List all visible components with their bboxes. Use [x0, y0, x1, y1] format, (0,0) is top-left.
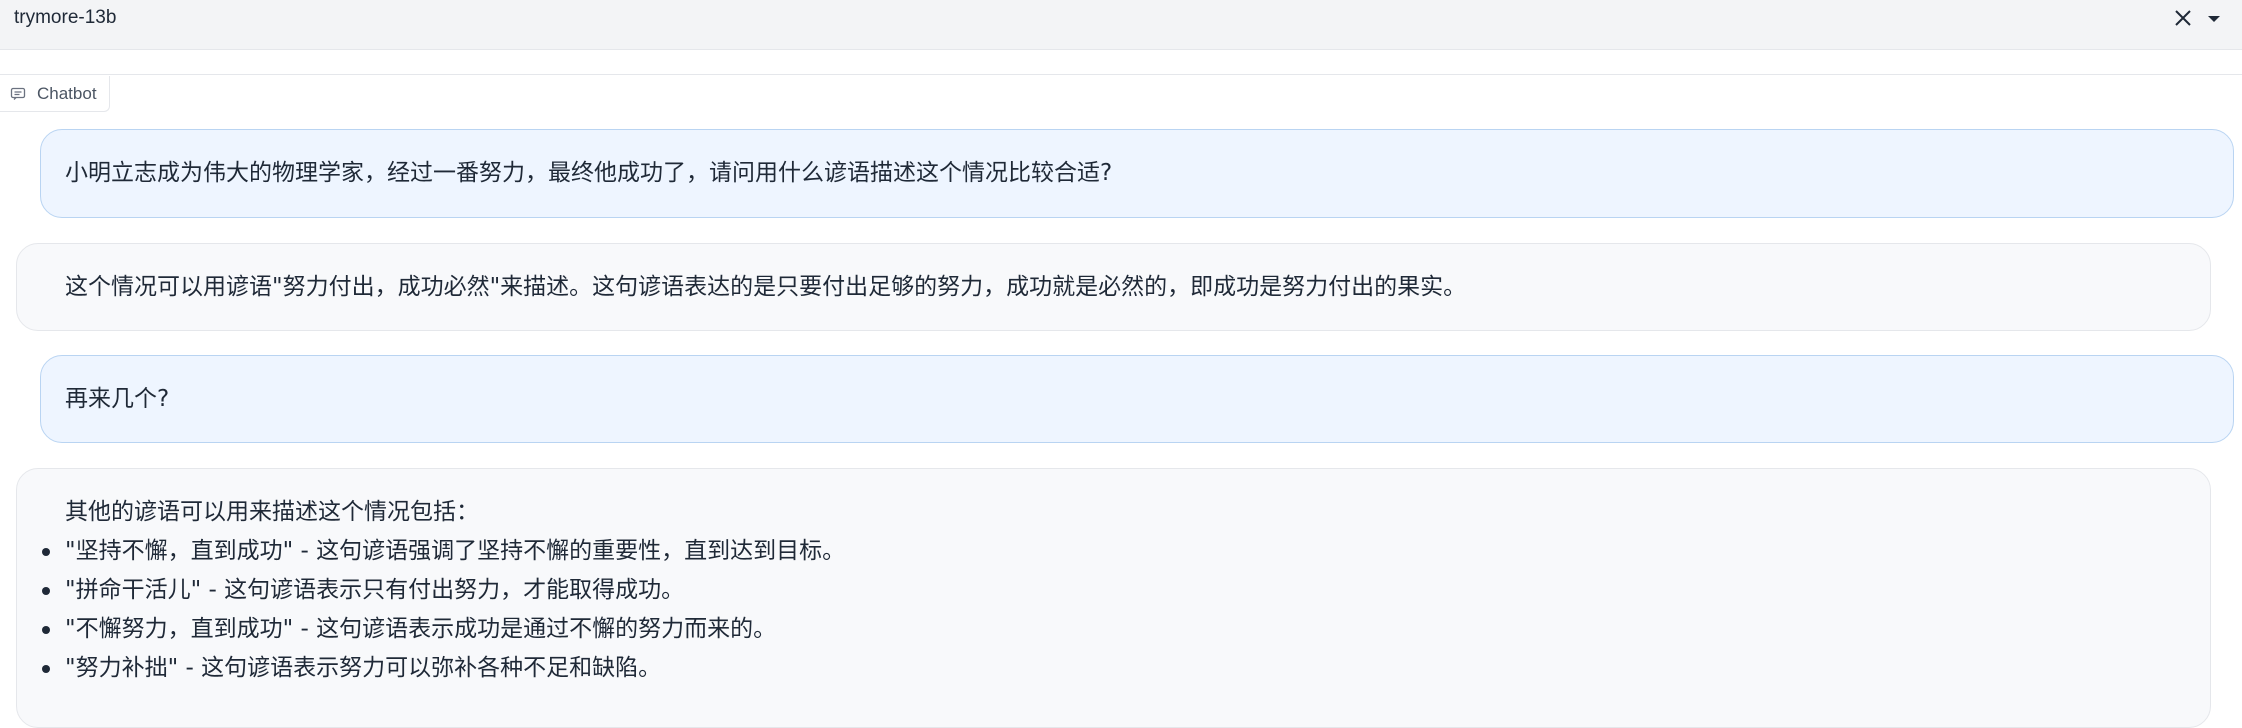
- bot-message: 其他的谚语可以用来描述这个情况包括： "坚持不懈，直到成功" - 这句谚语强调了…: [16, 468, 2211, 728]
- message-text: 小明立志成为伟大的物理学家，经过一番努力，最终他成功了，请问用什么谚语描述这个情…: [65, 160, 1113, 186]
- bullet-icon: [42, 587, 50, 595]
- model-dropdown-button[interactable]: [2203, 8, 2225, 30]
- chat-icon: [10, 86, 26, 102]
- list-item-text: "不懈努力，直到成功" - 这句谚语表示成功是通过不懈的努力而来的。: [65, 616, 777, 642]
- model-header: trymore-13b: [0, 0, 2242, 50]
- message-intro: 其他的谚语可以用来描述这个情况包括：: [65, 499, 479, 525]
- chatbot-label-text: Chatbot: [37, 83, 97, 103]
- list-item: "拼命干活儿" - 这句谚语表示只有付出努力，才能取得成功。: [17, 571, 845, 610]
- list-item-text: "拼命干活儿" - 这句谚语表示只有付出努力，才能取得成功。: [65, 577, 685, 603]
- list-item-text: "努力补拙" - 这句谚语表示努力可以弥补各种不足和缺陷。: [65, 655, 662, 681]
- chatbot-label: Chatbot: [0, 76, 110, 112]
- bot-message: 这个情况可以用谚语"努力付出，成功必然"来描述。这句谚语表达的是只要付出足够的努…: [16, 243, 2211, 331]
- chevron-down-icon: [2208, 16, 2220, 22]
- proverb-list: "坚持不懈，直到成功" - 这句谚语强调了坚持不懈的重要性，直到达到目标。 "拼…: [17, 532, 845, 688]
- list-item: "坚持不懈，直到成功" - 这句谚语强调了坚持不懈的重要性，直到达到目标。: [17, 532, 845, 571]
- list-item-text: "坚持不懈，直到成功" - 这句谚语强调了坚持不懈的重要性，直到达到目标。: [65, 538, 846, 564]
- list-item: "努力补拙" - 这句谚语表示努力可以弥补各种不足和缺陷。: [17, 649, 845, 688]
- user-message: 小明立志成为伟大的物理学家，经过一番努力，最终他成功了，请问用什么谚语描述这个情…: [40, 129, 2234, 218]
- message-text: 再来几个?: [65, 386, 170, 412]
- section-divider: [0, 74, 2242, 75]
- user-message: 再来几个?: [40, 355, 2234, 443]
- list-item: "不懈努力，直到成功" - 这句谚语表示成功是通过不懈的努力而来的。: [17, 610, 845, 649]
- model-name: trymore-13b: [14, 7, 117, 28]
- close-button[interactable]: [2170, 5, 2196, 31]
- close-icon: [2175, 10, 2191, 26]
- message-text: 这个情况可以用谚语"努力付出，成功必然"来描述。这句谚语表达的是只要付出足够的努…: [65, 274, 1467, 300]
- bullet-icon: [42, 548, 50, 556]
- bullet-icon: [42, 665, 50, 673]
- bullet-icon: [42, 626, 50, 634]
